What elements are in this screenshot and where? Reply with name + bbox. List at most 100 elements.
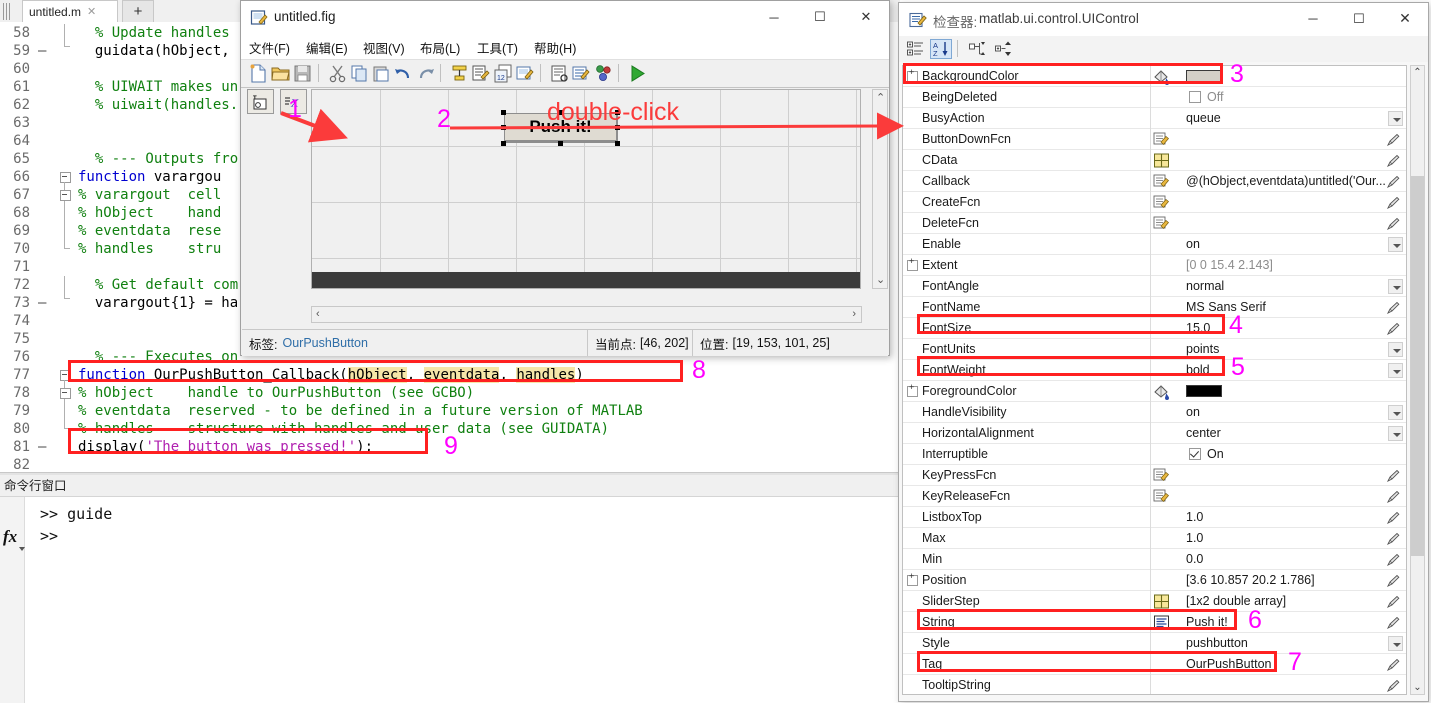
property-row[interactable]: ButtonDownFcn bbox=[903, 129, 1406, 150]
figure-title-bar[interactable]: untitled.fig ─ ☐ ✕ bbox=[241, 1, 889, 35]
save-icon[interactable] bbox=[293, 64, 312, 83]
expand-icon[interactable] bbox=[907, 572, 918, 586]
code-line[interactable]: % Get default com bbox=[78, 276, 238, 294]
code-line[interactable]: % hObject handle to OurPushButton (see G… bbox=[78, 384, 474, 402]
minimize-icon[interactable]: ─ bbox=[751, 1, 797, 33]
edit-pencil-icon[interactable] bbox=[1386, 595, 1400, 609]
executable-line-marker[interactable]: – bbox=[38, 438, 50, 456]
canvas-horizontal-scrollbar[interactable]: ‹ › bbox=[311, 306, 862, 323]
menu-help[interactable]: 帮助(H) bbox=[534, 38, 576, 57]
expand-icon[interactable] bbox=[907, 383, 918, 397]
edit-pencil-icon[interactable] bbox=[1386, 574, 1400, 588]
chevron-down-icon[interactable] bbox=[1388, 405, 1403, 420]
code-line[interactable]: % --- Outputs fro bbox=[78, 150, 238, 168]
edit-pencil-icon[interactable] bbox=[1386, 511, 1400, 525]
property-value[interactable]: center bbox=[1186, 423, 1221, 444]
alphabetical-sort-icon[interactable]: A Z bbox=[930, 39, 952, 59]
code-line[interactable]: % Update handles bbox=[78, 24, 230, 42]
code-line[interactable]: % eventdata rese bbox=[78, 222, 221, 240]
chevron-down-icon[interactable] bbox=[1388, 426, 1403, 441]
tab-order-editor-icon[interactable]: 12 bbox=[494, 64, 513, 83]
property-row[interactable]: DeleteFcn bbox=[903, 213, 1406, 234]
property-row[interactable]: KeyPressFcn bbox=[903, 465, 1406, 486]
scroll-left-icon[interactable]: ‹ bbox=[316, 308, 320, 320]
property-table[interactable]: BackgroundColorBeingDeletedOffBusyAction… bbox=[902, 65, 1407, 695]
menu-file[interactable]: 文件(F) bbox=[249, 38, 290, 57]
mfile-editor-icon[interactable] bbox=[516, 64, 535, 83]
paste-icon[interactable] bbox=[372, 64, 391, 83]
edit-pencil-icon[interactable] bbox=[1386, 490, 1400, 504]
property-value[interactable]: 1.0 bbox=[1186, 528, 1203, 549]
code-line[interactable]: guidata(hObject, bbox=[78, 42, 230, 60]
property-inspector-icon[interactable] bbox=[550, 64, 569, 83]
function-editor-icon[interactable] bbox=[1153, 131, 1170, 148]
resize-handle-sw[interactable] bbox=[501, 141, 506, 146]
edit-pencil-icon[interactable] bbox=[1386, 658, 1400, 672]
menu-view[interactable]: 视图(V) bbox=[363, 38, 405, 57]
property-row[interactable]: Callback @(hObject,eventdata)untitled('Ou… bbox=[903, 171, 1406, 192]
code-line[interactable]: % uiwait(handles. bbox=[78, 96, 238, 114]
property-row[interactable]: HorizontalAlignment center bbox=[903, 423, 1406, 444]
function-editor-icon[interactable] bbox=[1153, 173, 1170, 190]
resize-handle-nw[interactable] bbox=[501, 110, 506, 115]
function-editor-icon[interactable] bbox=[1153, 215, 1170, 232]
inspector-title-bar[interactable]: 检查器: matlab.ui.control.UIControl ─ ☐ ✕ bbox=[899, 3, 1428, 36]
scroll-down-icon[interactable]: ⌄ bbox=[876, 273, 885, 286]
property-row[interactable]: CreateFcn bbox=[903, 192, 1406, 213]
run-icon[interactable] bbox=[628, 64, 647, 83]
property-value[interactable]: [0 0 15.4 2.143] bbox=[1186, 255, 1273, 276]
edit-pencil-icon[interactable] bbox=[1386, 196, 1400, 210]
menu-editor-icon[interactable] bbox=[472, 64, 491, 83]
property-row[interactable]: Min 0.0 bbox=[903, 549, 1406, 570]
chevron-down-icon[interactable] bbox=[1388, 636, 1403, 651]
code-line[interactable]: varargout{1} = ha bbox=[78, 294, 238, 312]
object-browser-icon[interactable] bbox=[572, 64, 591, 83]
undo-icon[interactable] bbox=[394, 64, 413, 83]
property-value[interactable]: [3.6 10.857 20.2 1.786] bbox=[1186, 570, 1315, 591]
checkbox-icon[interactable] bbox=[1189, 448, 1201, 460]
property-row[interactable]: HandleVisibility on bbox=[903, 402, 1406, 423]
code-line[interactable]: % varargout cell bbox=[78, 186, 221, 204]
tab-untitled-m[interactable]: untitled.m ✕ bbox=[22, 0, 118, 22]
color-picker-icon[interactable] bbox=[1153, 383, 1170, 400]
new-tab-button[interactable]: + bbox=[122, 0, 154, 22]
sort-order-icon[interactable] bbox=[992, 39, 1014, 59]
checkbox-icon[interactable] bbox=[1189, 91, 1201, 103]
chevron-down-icon[interactable] bbox=[1388, 111, 1403, 126]
executable-line-marker[interactable]: – bbox=[38, 294, 50, 312]
edit-pencil-icon[interactable] bbox=[1386, 175, 1400, 189]
chevron-down-icon[interactable] bbox=[1388, 363, 1403, 378]
property-row[interactable]: KeyReleaseFcn bbox=[903, 486, 1406, 507]
edit-pencil-icon[interactable] bbox=[1386, 301, 1400, 315]
code-line[interactable]: % hObject hand bbox=[78, 204, 221, 222]
inspector-scroll-thumb[interactable] bbox=[1411, 176, 1424, 556]
property-row[interactable]: TooltipString bbox=[903, 675, 1406, 694]
scroll-up-icon[interactable]: ⌃ bbox=[876, 91, 885, 104]
button-group-tool[interactable]: T bbox=[247, 89, 274, 114]
expand-icon[interactable] bbox=[907, 257, 918, 271]
scroll-up-icon[interactable]: ⌃ bbox=[1412, 67, 1423, 78]
executable-line-marker[interactable]: – bbox=[38, 42, 50, 60]
code-line[interactable]: % eventdata reserved - to be defined in … bbox=[78, 402, 643, 420]
command-line-prompt[interactable]: >> bbox=[40, 527, 58, 545]
maximize-icon[interactable]: ☐ bbox=[797, 1, 843, 33]
canvas-vertical-scrollbar[interactable]: ⌃ ⌄ bbox=[872, 89, 888, 289]
align-objects-icon[interactable] bbox=[450, 64, 469, 83]
property-row[interactable]: Interruptible On bbox=[903, 444, 1406, 465]
maximize-icon[interactable]: ☐ bbox=[1336, 3, 1382, 34]
property-row[interactable]: Extent [0 0 15.4 2.143] bbox=[903, 255, 1406, 276]
property-row[interactable]: BusyAction queue bbox=[903, 108, 1406, 129]
property-value[interactable]: on bbox=[1186, 234, 1200, 255]
edit-pencil-icon[interactable] bbox=[1386, 469, 1400, 483]
scroll-down-icon[interactable]: ⌄ bbox=[1412, 682, 1423, 693]
fx-icon[interactable]: fx bbox=[3, 527, 17, 547]
property-row[interactable]: Enable on bbox=[903, 234, 1406, 255]
copy-icon[interactable] bbox=[350, 64, 369, 83]
resize-handle-s[interactable] bbox=[558, 141, 563, 146]
chevron-down-icon[interactable] bbox=[1388, 237, 1403, 252]
property-value[interactable]: queue bbox=[1186, 108, 1221, 129]
minimize-icon[interactable]: ─ bbox=[1290, 3, 1336, 34]
resize-handle-se[interactable] bbox=[615, 141, 620, 146]
menu-tools[interactable]: 工具(T) bbox=[477, 38, 518, 57]
edit-pencil-icon[interactable] bbox=[1386, 154, 1400, 168]
